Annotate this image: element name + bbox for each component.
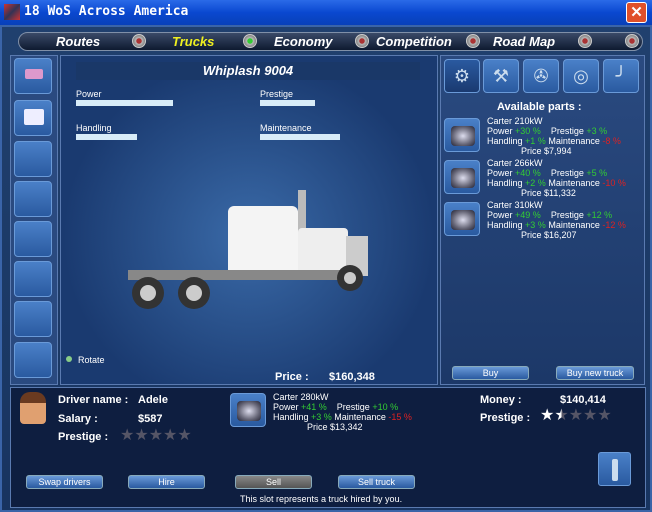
part-engine-icon[interactable] [444,202,480,236]
part-name: Carter 310kW [487,200,543,210]
truck-model[interactable] [118,188,378,313]
tab-road-map[interactable]: Road Map [493,34,555,49]
part-item[interactable]: Carter 210kW Power +30 % Prestige +3 % H… [487,116,621,156]
stat-maintenance-label: Maintenance [260,123,312,133]
salary-label: Salary : [58,413,98,425]
tab-indicator-icon [243,34,257,48]
exhaust-parts-tab[interactable]: ╯ [603,59,639,93]
truck-slot[interactable] [14,301,52,337]
company-prestige-rating: ★★★★★ [540,405,612,425]
star-icon: ★ [554,407,569,424]
tab-indicator-icon [466,34,480,48]
truck-price: $160,348 [329,371,375,383]
driver-avatar [20,392,46,424]
window-title: 18 WoS Across America [24,4,189,19]
tab-routes[interactable]: Routes [56,34,100,49]
driver-name-label: Driver name : [58,394,129,406]
tab-economy[interactable]: Economy [274,34,333,49]
star-icon: ★ [148,427,164,444]
stat-prestige-bar [260,100,315,106]
part-name: Carter 210kW [487,116,543,126]
tab-trucks[interactable]: Trucks [172,34,214,49]
truck-name: Whiplash 9004 [202,63,294,78]
stat-prestige-label: Prestige [260,89,294,99]
truck-slot[interactable] [14,181,52,217]
stat-power-label: Power [76,89,102,99]
star-icon: ★ [540,407,555,424]
exit-icon[interactable] [625,34,639,48]
stat-maintenance-bar [260,134,340,140]
truck-slot[interactable] [14,261,52,297]
chassis-parts-tab[interactable]: ✇ [523,59,559,93]
company-prestige-label: Prestige : [480,412,531,424]
part-name: Carter 266kW [487,158,543,168]
part-price: Price $11,332 [521,188,576,198]
transmission-parts-tab[interactable]: ⚒ [483,59,519,93]
tab-indicator-icon [355,34,369,48]
current-engine-icon [230,393,266,427]
status-message: This slot represents a truck hired by yo… [240,494,403,504]
star-icon: ★ [120,427,135,444]
star-icon: ★ [177,427,192,444]
tab-competition[interactable]: Competition [376,34,452,49]
part-item[interactable]: Carter 310kW Power +49 % Prestige +12 % … [487,200,626,240]
engine-parts-tab[interactable]: ⚙ [444,59,480,93]
money-label: Money : [480,394,522,406]
tab-indicator-icon [132,34,146,48]
driver-prestige-rating: ★★★★★ [120,425,192,445]
truck-slot-selected[interactable] [14,100,52,136]
star-icon: ★ [134,427,149,444]
part-item[interactable]: Carter 266kW Power +40 % Prestige +5 % H… [487,158,626,198]
star-icon: ★ [597,407,612,424]
buy-new-truck-button[interactable]: Buy new truck [556,366,634,380]
part-engine-icon[interactable] [444,160,480,194]
salary-value: $587 [138,413,163,425]
tires-parts-tab[interactable]: ◎ [563,59,599,93]
star-icon: ★ [568,407,584,424]
sell-truck-button[interactable]: Sell truck [338,475,415,489]
rotate-radio[interactable] [66,356,72,362]
part-engine-icon[interactable] [444,118,480,152]
close-button[interactable]: ✕ [626,2,647,23]
star-icon: ★ [163,427,178,444]
current-part-info: Carter 280kW Power +41 % Prestige +10 % … [273,392,412,432]
part-price: Price $7,994 [521,146,572,156]
part-price: Price $16,207 [521,230,577,240]
hire-button[interactable]: Hire [128,475,205,489]
truck-slot[interactable] [14,342,52,378]
fuel-button[interactable] [598,452,631,486]
price-label: Price : [275,371,309,383]
stat-handling-label: Handling [76,123,112,133]
available-parts-title: Available parts : [497,101,582,113]
driver-prestige-label: Prestige : [58,431,109,443]
swap-drivers-button[interactable]: Swap drivers [26,475,103,489]
driver-name: Adele [138,394,168,406]
truck-slot[interactable] [14,221,52,257]
truck-slot[interactable] [14,58,52,94]
tab-indicator-icon [578,34,592,48]
star-icon: ★ [583,407,598,424]
stat-handling-bar [76,134,137,140]
stat-power-bar [76,100,173,106]
rotate-label: Rotate [78,355,105,365]
truck-slot[interactable] [14,141,52,177]
sell-button[interactable]: Sell [235,475,312,489]
app-icon [4,4,20,20]
buy-button[interactable]: Buy [452,366,529,380]
